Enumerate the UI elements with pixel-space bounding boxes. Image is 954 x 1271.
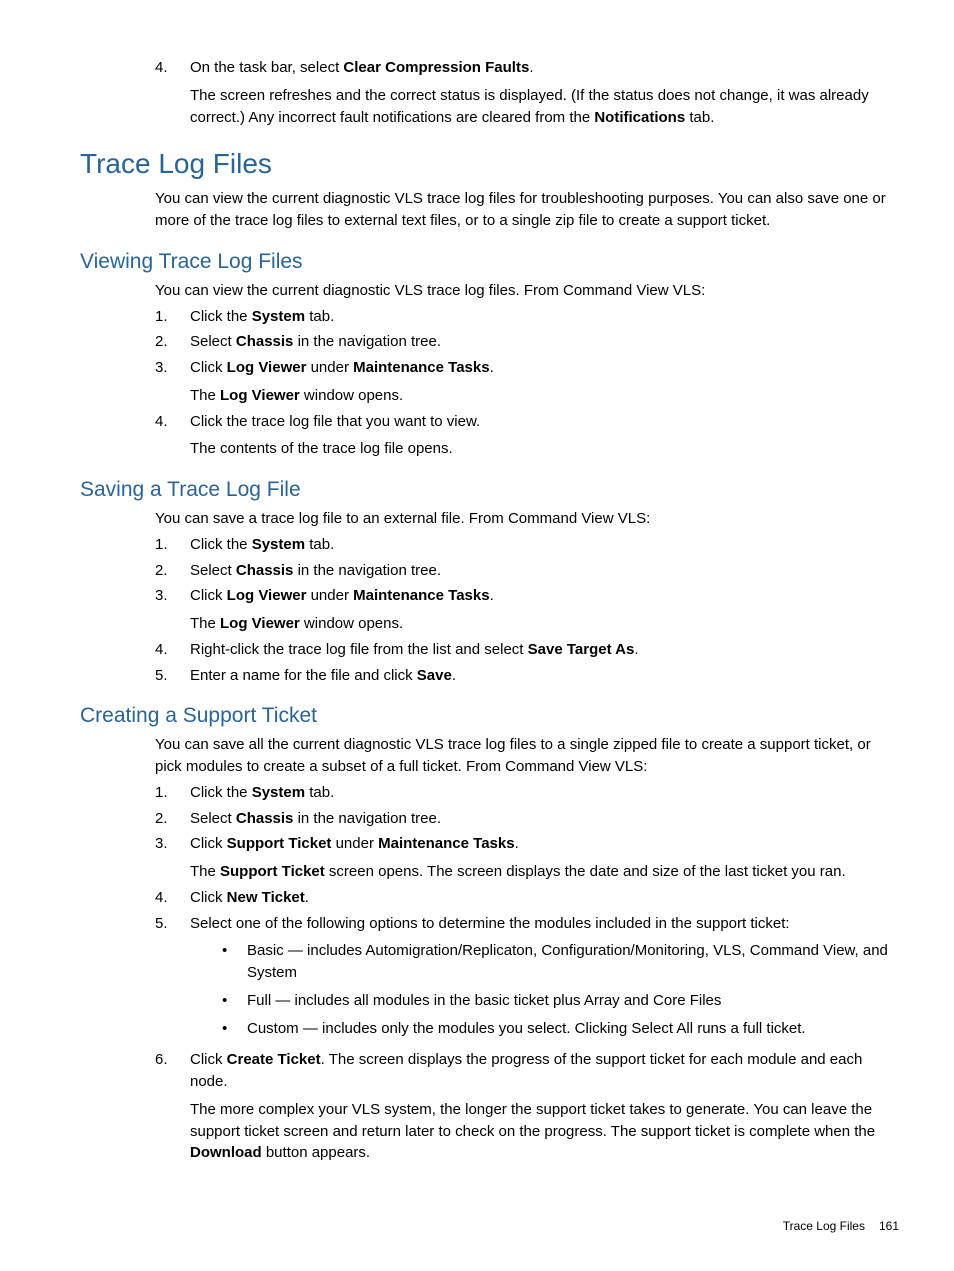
view-step-3: 3. Click Log Viewer under Maintenance Ta… — [155, 357, 899, 407]
intro-paragraph: You can view the current diagnostic VLS … — [155, 188, 899, 232]
bullet-icon: • — [222, 990, 247, 1012]
bullet-icon: • — [222, 1018, 247, 1040]
ticket-step-3: 3. Click Support Ticket under Maintenanc… — [155, 833, 899, 883]
bullet-icon: • — [222, 940, 247, 984]
heading-viewing: Viewing Trace Log Files — [80, 250, 899, 274]
save-step-4: 4. Right-click the trace log file from t… — [155, 639, 899, 661]
ticket-step-4: 4. Click New Ticket. — [155, 887, 899, 909]
ticket-step-2: 2. Select Chassis in the navigation tree… — [155, 808, 899, 830]
save-step-2: 2. Select Chassis in the navigation tree… — [155, 560, 899, 582]
ticket-bullet-custom: • Custom — includes only the modules you… — [222, 1018, 899, 1040]
footer-page-number: 161 — [879, 1219, 899, 1233]
save-step-3: 3. Click Log Viewer under Maintenance Ta… — [155, 585, 899, 635]
heading-saving: Saving a Trace Log File — [80, 478, 899, 502]
ticket-bullet-basic: • Basic — includes Automigration/Replica… — [222, 940, 899, 984]
heading-support-ticket: Creating a Support Ticket — [80, 704, 899, 728]
prev-step-4-sub: The screen refreshes and the correct sta… — [190, 85, 899, 129]
view-step-1: 1. Click the System tab. — [155, 306, 899, 328]
ticket-step-5: 5. Select one of the following options t… — [155, 913, 899, 1046]
viewing-intro: You can view the current diagnostic VLS … — [155, 280, 899, 302]
footer: Trace Log Files 161 — [783, 1219, 899, 1233]
ticket-bullet-full: • Full — includes all modules in the bas… — [222, 990, 899, 1012]
ticket-step-1: 1. Click the System tab. — [155, 782, 899, 804]
save-step-5: 5. Enter a name for the file and click S… — [155, 665, 899, 687]
ticket-intro: You can save all the current diagnostic … — [155, 734, 899, 778]
heading-trace-log-files: Trace Log Files — [80, 148, 899, 180]
view-step-4: 4. Click the trace log file that you wan… — [155, 411, 899, 461]
saving-intro: You can save a trace log file to an exte… — [155, 508, 899, 530]
ticket-step-6: 6. Click Create Ticket. The screen displ… — [155, 1049, 899, 1164]
view-step-2: 2. Select Chassis in the navigation tree… — [155, 331, 899, 353]
prev-step-4: 4. On the task bar, select Clear Compres… — [155, 57, 899, 128]
footer-section: Trace Log Files — [783, 1219, 865, 1233]
save-step-1: 1. Click the System tab. — [155, 534, 899, 556]
